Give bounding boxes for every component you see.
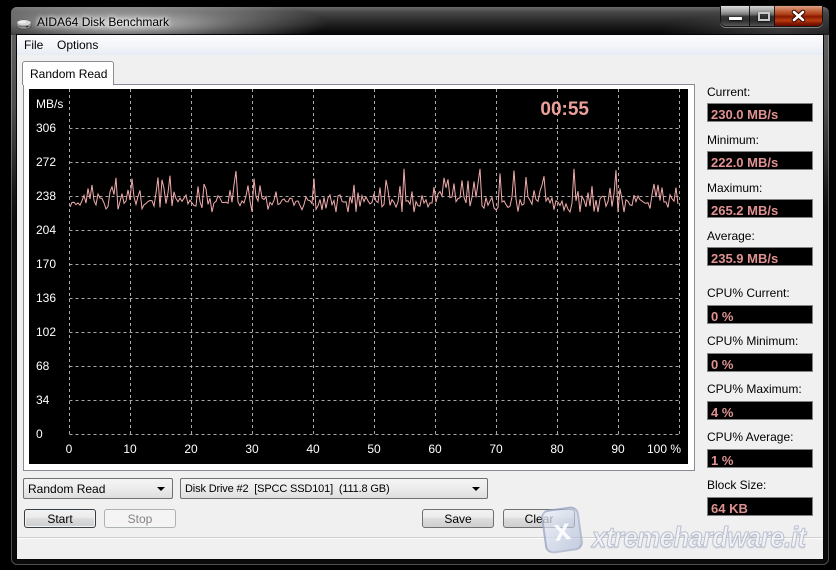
svg-text:204: 204 (36, 223, 56, 237)
svg-text:306: 306 (36, 121, 56, 135)
svg-text:60: 60 (428, 442, 442, 456)
svg-text:80: 80 (550, 442, 564, 456)
svg-text:20: 20 (184, 442, 198, 456)
svg-text:272: 272 (36, 155, 56, 169)
svg-text:90: 90 (611, 442, 625, 456)
svg-text:34: 34 (36, 393, 50, 407)
svg-text:102: 102 (36, 325, 56, 339)
svg-text:30: 30 (245, 442, 259, 456)
svg-text:10: 10 (123, 442, 137, 456)
svg-text:70: 70 (489, 442, 503, 456)
svg-text:00:55: 00:55 (540, 99, 589, 120)
svg-text:100 %: 100 % (647, 442, 681, 456)
svg-text:40: 40 (306, 442, 320, 456)
svg-text:136: 136 (36, 291, 56, 305)
svg-text:68: 68 (36, 359, 50, 373)
svg-text:170: 170 (36, 257, 56, 271)
svg-text:MB/s: MB/s (36, 97, 63, 111)
svg-text:238: 238 (36, 189, 56, 203)
svg-text:50: 50 (367, 442, 381, 456)
svg-text:0: 0 (66, 442, 73, 456)
svg-text:0: 0 (36, 427, 43, 441)
